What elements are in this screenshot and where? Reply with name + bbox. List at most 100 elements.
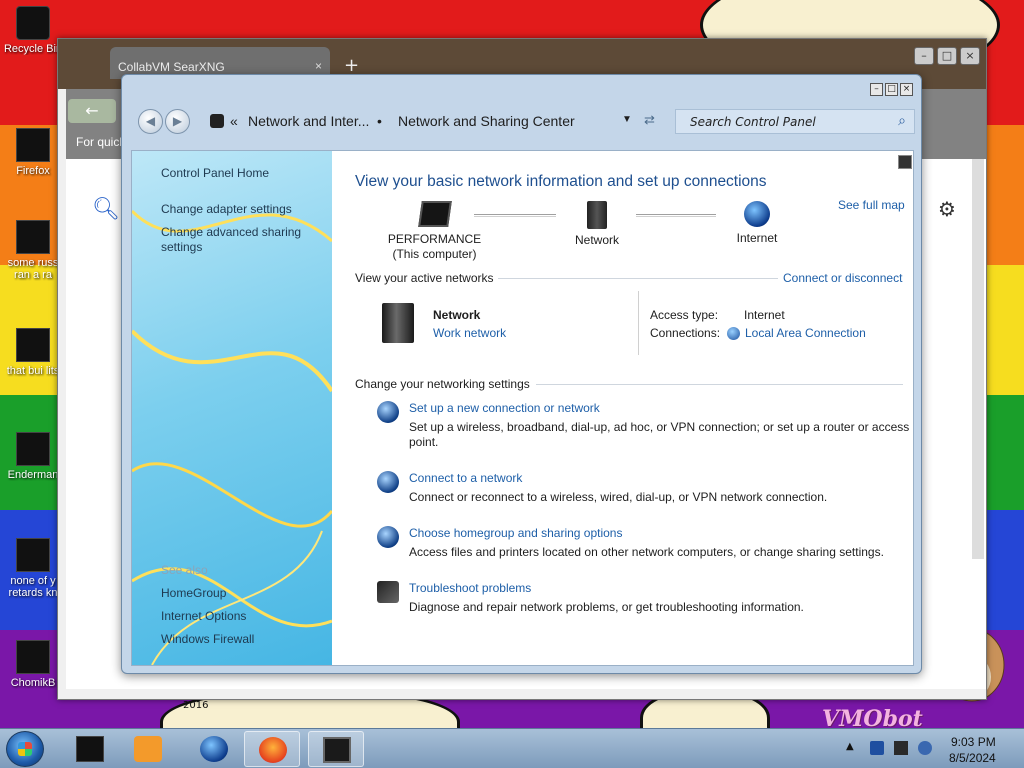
- desktop-icon-recycle-bin[interactable]: Recycle Bin: [2, 6, 64, 55]
- task-homegroup: Choose homegroup and sharing options Acc…: [377, 526, 929, 560]
- task-description: Connect or reconnect to a wireless, wire…: [409, 490, 828, 504]
- desktop-icon-file-1[interactable]: some russ ran a ra: [2, 220, 64, 281]
- taskbar-item-firefox[interactable]: [244, 731, 300, 767]
- media-player-icon: [134, 736, 162, 762]
- task-connect-to-network: Connect to a network Connect or reconnec…: [377, 471, 929, 505]
- back-arrow-icon[interactable]: ←: [68, 99, 116, 123]
- new-tab-button[interactable]: +: [344, 55, 359, 76]
- minimize-button[interactable]: –: [870, 83, 883, 96]
- sidebar-control-panel-home[interactable]: Control Panel Home: [161, 166, 321, 181]
- map-node-internet[interactable]: Internet: [727, 201, 787, 246]
- page-title: View your basic network information and …: [355, 173, 767, 190]
- connect-to-network-link[interactable]: Connect to a network: [409, 471, 929, 485]
- taskbar-item-control-panel[interactable]: [308, 731, 364, 767]
- connect-or-disconnect-link[interactable]: Connect or disconnect: [783, 271, 902, 285]
- window-controls: – □ ×: [870, 83, 913, 96]
- troubleshoot-icon: [377, 581, 399, 603]
- taskbar-item-explorer[interactable]: [62, 731, 118, 767]
- access-type-label: Access type:: [650, 308, 719, 322]
- system-tray: ▲ 9:03 PM 8/5/2024: [838, 729, 1024, 768]
- desktop-icon-file-5[interactable]: ChomikB: [2, 640, 64, 689]
- breadcrumb-parent[interactable]: Network and Inter...: [248, 113, 369, 129]
- help-icon[interactable]: [898, 155, 912, 169]
- task-setup-new-connection: Set up a new connection or network Set u…: [377, 401, 929, 450]
- map-node-computer[interactable]: PERFORMANCE (This computer): [387, 201, 482, 262]
- taskbar-item-network[interactable]: [186, 731, 242, 767]
- sidebar-change-adapter-settings[interactable]: Change adapter settings: [161, 202, 321, 217]
- address-bar[interactable]: « Network and Inter... • Network and Sha…: [202, 109, 662, 134]
- breadcrumb-current[interactable]: Network and Sharing Center: [398, 113, 575, 129]
- network-icon: [587, 201, 607, 229]
- globe-icon: [744, 201, 770, 227]
- maximize-button[interactable]: □: [937, 47, 957, 65]
- browser-scrollbar[interactable]: [972, 159, 984, 559]
- map-connector: [474, 214, 556, 217]
- setup-new-connection-link[interactable]: Set up a new connection or network: [409, 401, 929, 415]
- sidebar-windows-firewall[interactable]: Windows Firewall: [161, 632, 321, 647]
- clock-time[interactable]: 9:03 PM: [951, 735, 996, 749]
- new-connection-icon: [377, 401, 399, 423]
- refresh-icon[interactable]: ⇄: [644, 112, 655, 128]
- search-icon[interactable]: ⌕: [898, 113, 906, 129]
- local-area-connection-link[interactable]: Local Area Connection: [745, 326, 866, 340]
- active-network-name: Network: [433, 308, 481, 322]
- see-also-heading: See also: [161, 563, 208, 577]
- search-placeholder: Search Control Panel: [690, 115, 816, 129]
- homegroup-sharing-link[interactable]: Choose homegroup and sharing options: [409, 526, 929, 540]
- section-divider: [498, 278, 778, 279]
- network-tray-icon[interactable]: [894, 741, 908, 755]
- map-node-network[interactable]: Network: [567, 201, 627, 248]
- action-center-icon[interactable]: [870, 741, 884, 755]
- firefox-icon: [259, 737, 287, 763]
- homegroup-icon: [377, 526, 399, 548]
- sidebar-homegroup[interactable]: HomeGroup: [161, 586, 321, 601]
- desktop-icon-file-2[interactable]: that bui lits: [2, 328, 64, 377]
- folder-icon: [76, 736, 104, 762]
- active-networks-title: View your active networks: [355, 271, 494, 285]
- close-button[interactable]: ×: [960, 47, 980, 65]
- desktop-icon-file-3[interactable]: Enderman: [2, 432, 64, 481]
- file-icon: [16, 328, 50, 362]
- search-icon[interactable]: 🔍︎: [92, 197, 120, 222]
- access-type-value: Internet: [744, 308, 785, 322]
- file-icon: [16, 538, 50, 572]
- desktop-icon-firefox[interactable]: Firefox: [2, 128, 64, 177]
- task-troubleshoot: Troubleshoot problems Diagnose and repai…: [377, 581, 929, 615]
- maximize-button[interactable]: □: [885, 83, 898, 96]
- search-input[interactable]: Search Control Panel ⌕: [675, 109, 915, 134]
- close-tab-icon[interactable]: ×: [315, 59, 322, 73]
- breadcrumb-chevrons[interactable]: «: [230, 113, 238, 129]
- section-divider: [536, 384, 903, 385]
- local-area-connection-icon: [727, 327, 740, 340]
- close-button[interactable]: ×: [900, 83, 913, 96]
- browser-window-controls: – □ ×: [914, 47, 980, 65]
- see-full-map-link[interactable]: See full map: [838, 198, 905, 212]
- back-button[interactable]: ◀: [138, 109, 163, 134]
- browser-tab-title: CollabVM SearXNG: [118, 60, 225, 74]
- network-sharing-center-window: – □ × ◀ ▶ « Network and Inter... • Netwo…: [121, 74, 922, 674]
- network-location-link[interactable]: Work network: [433, 326, 506, 340]
- computer-icon: [417, 201, 452, 227]
- browser-quick-text: For quick: [76, 135, 126, 149]
- chevron-down-icon[interactable]: ▼: [622, 114, 632, 125]
- firefox-icon: [16, 128, 50, 162]
- sidebar-change-advanced-sharing[interactable]: Change advanced sharing settings: [161, 225, 321, 255]
- minimize-button[interactable]: –: [914, 47, 934, 65]
- volume-icon[interactable]: [918, 741, 932, 755]
- forward-button[interactable]: ▶: [165, 109, 190, 134]
- connections-label: Connections:: [650, 326, 721, 340]
- taskbar-item-media-player[interactable]: [120, 731, 176, 767]
- wallpaper-year-text: 2016: [183, 700, 209, 711]
- gear-icon[interactable]: ⚙: [938, 197, 956, 221]
- task-pane: Control Panel Home Change adapter settin…: [132, 151, 332, 665]
- window-body: Control Panel Home Change adapter settin…: [131, 150, 914, 666]
- file-icon: [16, 432, 50, 466]
- clock-date[interactable]: 8/5/2024: [949, 751, 996, 765]
- start-button[interactable]: [6, 731, 44, 767]
- troubleshoot-problems-link[interactable]: Troubleshoot problems: [409, 581, 929, 595]
- sidebar-internet-options[interactable]: Internet Options: [161, 609, 321, 624]
- file-icon: [16, 220, 50, 254]
- globe-icon: [200, 736, 228, 762]
- show-hidden-icons-button[interactable]: ▲: [846, 741, 854, 752]
- desktop-icon-file-4[interactable]: none of y retards kn: [2, 538, 64, 599]
